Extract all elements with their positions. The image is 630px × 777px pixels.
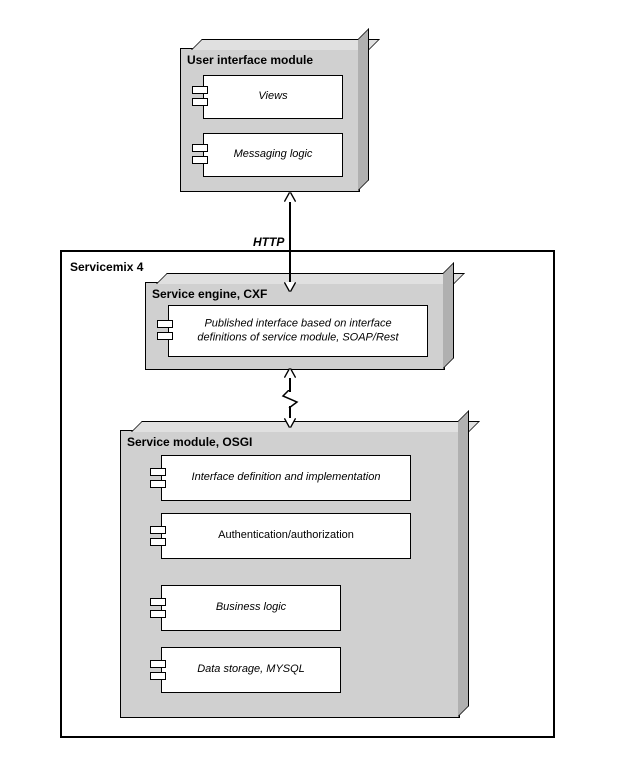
connector-http-arrow-up	[285, 193, 295, 202]
connector-http-line	[289, 194, 291, 290]
lug-icon	[150, 598, 166, 622]
component-data-storage: Data storage, MYSQL	[161, 647, 341, 693]
service-module-title: Service module, OSGI	[127, 435, 252, 449]
service-engine-module: Service engine, CXF Published interface …	[145, 282, 445, 370]
interface-def-label: Interface definition and implementation	[174, 471, 397, 485]
auth-label: Authentication/authorization	[174, 529, 397, 543]
connector-http-arrow-down	[285, 282, 295, 291]
connector-em-arrow-up	[285, 369, 295, 378]
component-published-interface: Published interface based on interface d…	[168, 305, 428, 357]
views-label: Views	[211, 90, 335, 104]
lug-icon	[192, 86, 208, 110]
http-label: HTTP	[253, 235, 284, 249]
service-module: Service module, OSGI Interface definitio…	[120, 430, 460, 718]
lug-icon	[150, 660, 166, 684]
lug-icon	[157, 320, 173, 344]
component-interface-def: Interface definition and implementation	[161, 455, 411, 501]
ui-module-title: User interface module	[187, 53, 313, 67]
component-business: Business logic	[161, 585, 341, 631]
lug-icon	[150, 468, 166, 492]
service-engine-title: Service engine, CXF	[152, 287, 267, 301]
component-messaging: Messaging logic	[203, 133, 343, 177]
lug-icon	[150, 526, 166, 550]
component-auth: Authentication/authorization	[161, 513, 411, 559]
messaging-label: Messaging logic	[211, 148, 335, 162]
lug-icon	[192, 144, 208, 168]
servicemix-title: Servicemix 4	[70, 260, 143, 274]
component-views: Views	[203, 75, 343, 119]
user-interface-module: User interface module Views Messaging lo…	[180, 48, 360, 192]
data-storage-label: Data storage, MYSQL	[171, 663, 331, 677]
published-label: Published interface based on interface d…	[182, 317, 414, 345]
business-label: Business logic	[171, 601, 331, 615]
connector-em-arrow-down	[285, 418, 295, 427]
